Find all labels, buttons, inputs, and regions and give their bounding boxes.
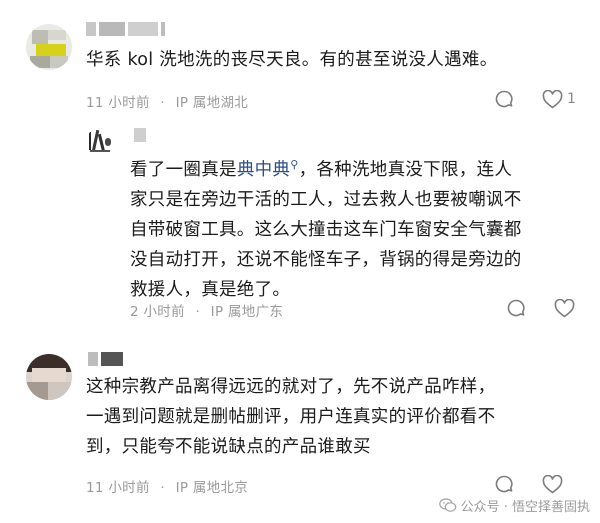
watermark: 公众号 · 悟空择善固执 [438,496,590,515]
comment-text-line: 这种宗教产品离得远远的就对了，先不说产品咋样， [86,377,496,397]
dot-separator: · [195,304,201,320]
heart-icon[interactable] [554,299,575,318]
reply-bubble-icon[interactable] [494,89,514,109]
like-count: 1 [567,91,576,107]
heart-icon[interactable] [542,90,563,109]
comment-text-line: 没自动打开，还说不能怪车子，背锅的得是旁边的 [130,249,522,270]
comment-text-line: ，各种洗地真没下限，连人 [298,159,513,180]
comment-meta: 11 小时前 · IP 属地湖北 [86,91,254,111]
comment-time: 11 小时前 [86,95,150,111]
comment-text-line: 到，只能夸不能说缺点的产品谁敢买 [86,437,371,457]
comment-text-part: 看了一圈真是 [130,159,237,180]
comment-text: 华系 kol 洗地洗的丧尽天良。有的甚至说没人遇难。 [86,50,498,70]
comment-time: 11 小时前 [86,480,150,496]
avatar[interactable] [26,24,72,70]
avatar[interactable] [26,354,72,400]
heart-icon[interactable] [542,475,563,494]
comment-text: 这种宗教产品离得远远的就对了，先不说产品咋样， 一遇到问题就是删帖删评，用户连真… [86,372,586,462]
username[interactable] [86,22,165,36]
comment-meta: 2 小时前 · IP 属地广东 [130,300,289,320]
comment-ip: IP 属地湖北 [175,95,249,111]
comment-text-line: 家只是在旁边干活的工人，过去救人也要被嘲讽不 [130,189,522,210]
comment-text-line: 一遇到问题就是删帖删评，用户连真实的评价都看不 [86,407,496,427]
avatar[interactable] [86,128,114,156]
reply-bubble-icon[interactable] [494,474,514,494]
dot-separator: · [160,480,165,496]
comment-meta: 11 小时前 · IP 属地北京 [86,476,254,496]
dot-separator: · [160,95,165,111]
comment-ip: IP 属地北京 [175,480,249,496]
search-highlight-link[interactable]: 典中典 [237,160,290,180]
comment-ip: IP 属地广东 [210,304,284,320]
username[interactable] [88,352,123,366]
username[interactable] [134,128,146,142]
comment-text-line: 救援人，真是绝了。 [130,279,291,300]
comment-text: 看了一圈真是典中典⚲，各种洗地真没下限，连人 家只是在旁边干活的工人，过去救人也… [130,150,580,305]
search-icon[interactable]: ⚲ [290,158,298,171]
reply-bubble-icon[interactable] [506,298,526,318]
comment-time: 2 小时前 [130,304,185,320]
wechat-icon [438,498,456,512]
watermark-text: 公众号 · 悟空择善固执 [460,500,590,515]
comment-text-line: 自带破窗工具。这么大撞击这车门车窗安全气囊都 [130,219,522,240]
